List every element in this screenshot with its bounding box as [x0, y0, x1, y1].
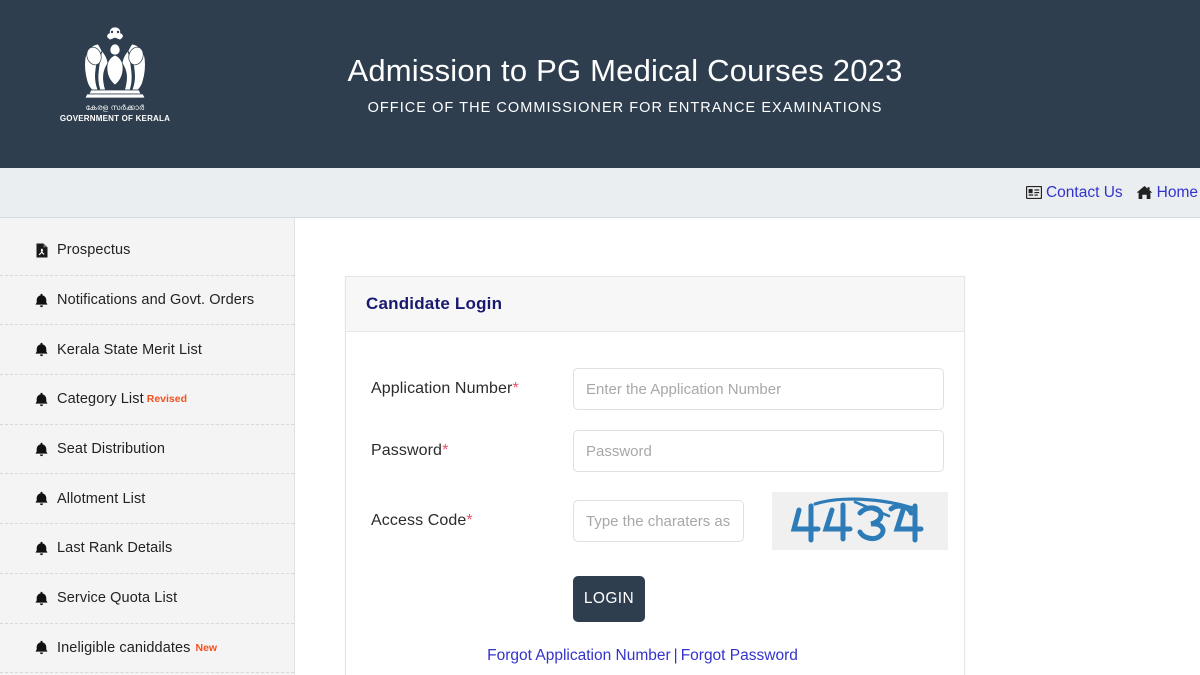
main-content: Candidate Login Application Number* Pass… — [295, 218, 1200, 675]
password-label: Password* — [371, 442, 573, 460]
status-badge-new: New — [195, 641, 218, 654]
nav-link-contact-us-label: Contact Us — [1045, 183, 1123, 201]
sidebar-item-prospectus[interactable]: Prospectus — [0, 226, 294, 276]
form-row-access-code: Access Code* — [346, 492, 964, 550]
top-navbar: Contact Us Home — [0, 168, 1200, 218]
card-body: Application Number* Password* Access Cod… — [346, 332, 964, 675]
emblem-malayalam-text: കേരള സർക്കാർ — [85, 103, 145, 112]
bell-icon — [34, 541, 49, 556]
card-title: Candidate Login — [366, 294, 503, 313]
pdf-file-icon — [34, 243, 49, 258]
captcha-image — [772, 492, 948, 550]
required-marker: * — [512, 380, 519, 397]
nav-link-home[interactable]: Home — [1136, 184, 1198, 202]
sidebar: Prospectus Notifications and Govt. Order… — [0, 218, 295, 675]
bell-icon — [34, 442, 49, 457]
forgot-links-row: Forgot Application Number | Forgot Passwor… — [346, 647, 964, 665]
bell-icon — [34, 392, 49, 407]
sidebar-item-label: Ineligible caniddates — [57, 639, 191, 656]
page-body: Prospectus Notifications and Govt. Order… — [0, 218, 1200, 675]
application-number-label-text: Application Number — [371, 380, 513, 397]
home-icon — [1136, 185, 1153, 200]
form-row-submit: LOGIN — [346, 576, 964, 622]
sidebar-item-seat-distribution[interactable]: Seat Distribution — [0, 425, 294, 475]
access-code-label-text: Access Code — [371, 512, 467, 529]
bell-icon — [34, 640, 49, 655]
sidebar-item-label: Seat Distribution — [57, 441, 166, 458]
password-label-text: Password — [371, 442, 443, 459]
forgot-password-link[interactable]: Forgot Password — [681, 647, 798, 664]
sidebar-item-last-rank-details[interactable]: Last Rank Details — [0, 524, 294, 574]
candidate-login-card: Candidate Login Application Number* Pass… — [345, 276, 965, 675]
application-number-label: Application Number* — [371, 380, 573, 398]
sidebar-item-category-list[interactable]: Category List Revised — [0, 375, 294, 425]
form-row-password: Password* — [346, 430, 964, 472]
sidebar-item-label: Kerala State Merit List — [57, 341, 202, 358]
sidebar-item-notifications-and-govt-orders[interactable]: Notifications and Govt. Orders — [0, 276, 294, 326]
nav-link-home-label: Home — [1156, 183, 1198, 201]
site-header: കേരള സർക്കാർ GOVERNMENT OF KERALA Admiss… — [0, 0, 1200, 168]
sidebar-item-label: Prospectus — [57, 242, 131, 259]
navbar-links: Contact Us Home — [1025, 183, 1200, 202]
link-separator: | — [673, 647, 678, 664]
password-input[interactable] — [573, 430, 944, 472]
access-code-input[interactable] — [573, 500, 744, 542]
application-number-input[interactable] — [573, 368, 944, 410]
header-text-block: Admission to PG Medical Courses 2023 OFF… — [230, 52, 1200, 116]
bell-icon — [34, 591, 49, 606]
forgot-application-number-link[interactable]: Forgot Application Number — [487, 647, 671, 664]
card-header: Candidate Login — [346, 277, 964, 332]
label-spacer — [371, 576, 573, 622]
sidebar-item-label: Notifications and Govt. Orders — [57, 292, 255, 309]
sidebar-item-label: Allotment List — [57, 490, 146, 507]
sidebar-item-label: Category List — [57, 391, 144, 408]
bell-icon — [34, 491, 49, 506]
login-button[interactable]: LOGIN — [573, 576, 645, 622]
sidebar-item-ineligible-candidates[interactable]: Ineligible caniddates New — [0, 624, 294, 674]
form-row-application-number: Application Number* — [346, 368, 964, 410]
sidebar-item-service-quota-list[interactable]: Service Quota List — [0, 574, 294, 624]
sidebar-item-allotment-list[interactable]: Allotment List — [0, 474, 294, 525]
emblem-english-text: GOVERNMENT OF KERALA — [59, 114, 171, 123]
nav-link-contact-us[interactable]: Contact Us — [1025, 183, 1123, 202]
page-title: Admission to PG Medical Courses 2023 — [347, 53, 903, 89]
sidebar-item-kerala-state-merit-list[interactable]: Kerala State Merit List — [0, 325, 294, 376]
status-badge-revised: Revised — [146, 393, 188, 406]
kerala-government-emblem-icon: കേരള സർക്കാർ GOVERNMENT OF KERALA — [59, 24, 171, 144]
access-code-label: Access Code* — [371, 512, 573, 530]
sidebar-item-label: Service Quota List — [57, 590, 178, 607]
required-marker: * — [466, 512, 473, 529]
bell-icon — [34, 342, 49, 357]
bell-icon — [34, 293, 49, 308]
sidebar-item-label: Last Rank Details — [57, 540, 173, 557]
id-card-icon — [1025, 186, 1042, 199]
logo-container: കേരള സർക്കാർ GOVERNMENT OF KERALA — [0, 24, 230, 144]
page-subtitle: OFFICE OF THE COMMISSIONER FOR ENTRANCE … — [367, 99, 883, 116]
required-marker: * — [442, 442, 449, 459]
